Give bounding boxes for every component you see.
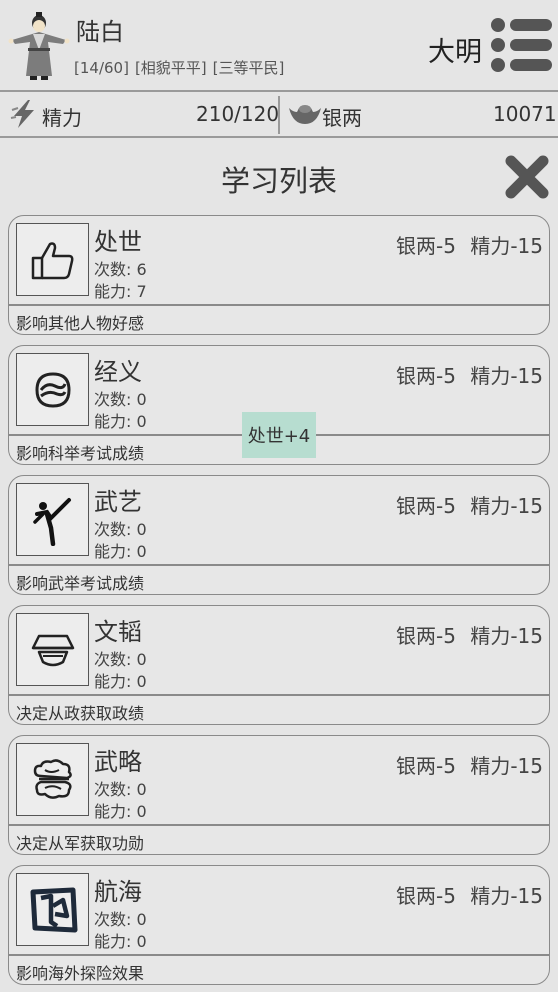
skill-card-hanghai[interactable]: 航海 次数: 0 能力: 0 银两-5 精力-15 影响海外探险效果: [8, 865, 550, 985]
skill-cost: 银两-5 精力-15: [396, 234, 543, 258]
skill-card-wuyi[interactable]: 武艺 次数: 0 能力: 0 银两-5 精力-15 影响武举考试成绩: [8, 475, 550, 595]
skill-ability: 能力: 0: [94, 542, 147, 561]
energy-label: 精力: [42, 106, 82, 130]
skill-cost: 银两-5 精力-15: [396, 624, 543, 648]
skill-description: 影响海外探险效果: [16, 964, 145, 983]
player-name: 陆白: [76, 18, 124, 46]
skill-icon-box: [16, 223, 89, 296]
skill-name: 处世: [94, 228, 142, 256]
skill-ability: 能力: 0: [94, 932, 147, 951]
sea-map-icon: [30, 887, 77, 932]
player-header: 陆白 [14/60] [相貌平平] [三等平民] 大明: [0, 0, 558, 90]
skill-ability: 能力: 0: [94, 412, 147, 431]
resource-bar: 精力 210/120 银两 10071: [0, 92, 558, 136]
cloud-strategy-icon: [33, 758, 72, 799]
skill-ability: 能力: 0: [94, 672, 147, 691]
card-divider: [9, 954, 549, 956]
lightning-icon: [10, 100, 34, 128]
card-divider: [9, 694, 549, 696]
player-tags: [14/60] [相貌平平] [三等平民]: [74, 57, 290, 78]
player-avatar[interactable]: [6, 10, 72, 82]
rank-tag: [三等平民]: [212, 59, 285, 77]
skill-count: 次数: 0: [94, 780, 147, 799]
skill-count: 次数: 0: [94, 910, 147, 929]
skill-ability: 能力: 0: [94, 802, 147, 821]
skill-card-wentao[interactable]: 文韬 次数: 0 能力: 0 银两-5 精力-15 决定从政获取政绩: [8, 605, 550, 725]
gain-toast: 处世+4: [242, 412, 316, 458]
appearance-tag: [相貌平平]: [134, 59, 207, 77]
silver-value: 10071: [493, 102, 557, 126]
menu-icon[interactable]: [490, 16, 552, 74]
silver-label: 银两: [322, 106, 362, 130]
skill-description: 影响武举考试成绩: [16, 574, 145, 593]
skill-card-wulue[interactable]: 武略 次数: 0 能力: 0 银两-5 精力-15 决定从军获取功勋: [8, 735, 550, 855]
resource-divider: [0, 136, 558, 138]
thumbs-up-icon: [31, 241, 73, 279]
martial-kick-icon: [32, 497, 71, 546]
age-tag: [14/60]: [74, 59, 129, 77]
skill-description: 决定从军获取功勋: [16, 834, 145, 853]
skill-icon-box: [16, 613, 89, 686]
resource-separator: [278, 96, 280, 134]
skill-cost: 银两-5 精力-15: [396, 364, 543, 388]
skill-icon-box: [16, 873, 89, 946]
skill-count: 次数: 0: [94, 520, 147, 539]
skill-cost: 银两-5 精力-15: [396, 884, 543, 908]
skill-name: 武略: [94, 748, 142, 776]
card-divider: [9, 564, 549, 566]
skill-name: 文韬: [94, 618, 142, 646]
skill-icon-box: [16, 483, 89, 556]
dynasty-label: 大明: [428, 37, 482, 68]
skill-name: 经义: [94, 358, 142, 386]
silver-ingot-icon: [289, 105, 321, 124]
card-divider: [9, 304, 549, 306]
skill-cost: 银两-5 精力-15: [396, 754, 543, 778]
skill-name: 航海: [94, 878, 142, 906]
skill-count: 次数: 0: [94, 390, 147, 409]
skill-cost: 银两-5 精力-15: [396, 494, 543, 518]
skill-description: 影响科举考试成绩: [16, 444, 145, 463]
skill-count: 次数: 0: [94, 650, 147, 669]
skill-ability: 能力: 7: [94, 282, 147, 301]
skill-card-chushi[interactable]: 处世 次数: 6 能力: 7 银两-5 精力-15 影响其他人物好感: [8, 215, 550, 335]
skill-name: 武艺: [94, 488, 142, 516]
close-icon[interactable]: [504, 154, 550, 200]
skill-description: 决定从政获取政绩: [16, 704, 145, 723]
scroll-swirl-icon: [35, 371, 70, 408]
skill-icon-box: [16, 353, 89, 426]
energy-value: 210/120: [196, 102, 280, 126]
panel-title: 学习列表: [220, 164, 337, 198]
skill-description: 影响其他人物好感: [16, 314, 145, 333]
scholar-hat-icon: [31, 634, 74, 666]
skill-count: 次数: 6: [94, 260, 147, 279]
card-divider: [9, 824, 549, 826]
skill-icon-box: [16, 743, 89, 816]
